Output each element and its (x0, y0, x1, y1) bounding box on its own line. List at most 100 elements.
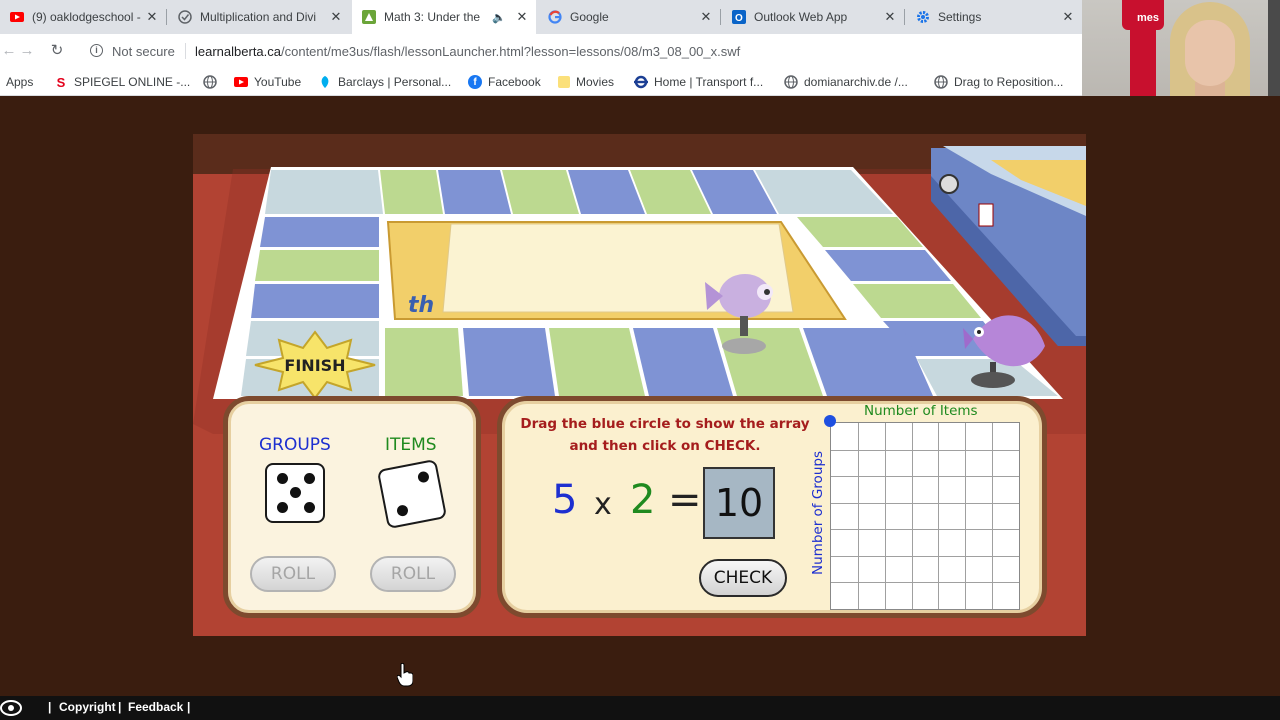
hand-cursor-icon (397, 663, 413, 687)
learnalberta-logo-icon (0, 700, 22, 716)
security-status[interactable]: Not secure (112, 44, 175, 59)
google-icon (548, 10, 562, 24)
tab-oaklodgeschool[interactable]: (9) oaklodgeschool - Ya ✕ (0, 0, 166, 34)
bookmarks-bar: Apps S SPIEGEL ONLINE -... YouTube Barcl… (0, 68, 1082, 96)
tab-separator (166, 9, 167, 25)
globe-icon (784, 75, 798, 89)
back-arrow-icon[interactable]: ← (0, 42, 18, 60)
alberta-leaf-icon (362, 10, 376, 24)
close-icon[interactable]: ✕ (514, 9, 530, 25)
grid-line (992, 423, 994, 609)
x-axis-label: Number of Items (864, 403, 978, 419)
youtube-icon (234, 75, 248, 89)
reload-icon[interactable]: ↻ (48, 42, 66, 60)
youtube-icon (10, 10, 24, 24)
array-grid[interactable] (830, 422, 1020, 610)
grid-line (911, 423, 913, 609)
check-circle-icon (178, 10, 192, 24)
groups-die (265, 463, 325, 523)
speaker-icon[interactable]: 🔈 (492, 11, 506, 24)
die-pip (304, 473, 315, 484)
address-bar-url[interactable]: learnalberta.ca/content/me3us/flash/less… (195, 44, 740, 59)
bookmark-domianarchiv[interactable]: domianarchiv.de /... (784, 75, 908, 89)
page-content: th FINISH GROUPS ITEMS ROLL ROLL Drag th… (0, 96, 1280, 696)
jersey-text: mes (1137, 12, 1160, 24)
roll-items-button[interactable]: ROLL (370, 556, 456, 592)
bookmark-drag-reposition[interactable]: Drag to Reposition... (934, 75, 1063, 89)
tab-google[interactable]: Google ✕ (538, 0, 720, 34)
items-die (376, 458, 448, 530)
bookmark-youtube[interactable]: YouTube (234, 75, 301, 89)
page-footer: | Copyright | Feedback | (0, 696, 1280, 720)
bookmark-spiegel[interactable]: S SPIEGEL ONLINE -... (54, 75, 191, 90)
tab-title: Outlook Web App (754, 10, 848, 24)
bookmark-label: Drag to Reposition... (954, 75, 1064, 89)
board-text: th (408, 293, 434, 318)
footer-divider: | (48, 700, 52, 714)
bookmark-barclays[interactable]: Barclays | Personal... (318, 75, 451, 89)
footer-divider: | (118, 700, 122, 714)
grid-line (938, 423, 940, 609)
globe-icon (203, 75, 217, 89)
grid-line (831, 449, 1019, 451)
tab-math3-active[interactable]: Math 3: Under the 🔈 ✕ (352, 0, 536, 34)
copyright-link[interactable]: Copyright (59, 700, 116, 714)
facebook-icon: f (468, 75, 482, 89)
factor-items: 2 (630, 477, 656, 523)
close-icon[interactable]: ✕ (1060, 9, 1076, 25)
bookmark-apps[interactable]: Apps (0, 75, 33, 89)
tfl-icon (634, 75, 648, 89)
tab-multiplication[interactable]: Multiplication and Divi ✕ (168, 0, 350, 34)
y-axis-label: Number of Groups (810, 451, 826, 575)
tab-title: (9) oaklodgeschool - Ya (32, 10, 144, 24)
tab-separator (720, 9, 721, 25)
close-icon[interactable]: ✕ (698, 9, 714, 25)
tab-title: Multiplication and Divi (200, 10, 317, 24)
bookmark-tfl[interactable]: Home | Transport f... (634, 75, 763, 89)
groups-label: GROUPS (259, 435, 331, 455)
array-panel: Drag the blue circle to show the array a… (497, 396, 1047, 618)
close-icon[interactable]: ✕ (882, 9, 898, 25)
tab-separator (904, 9, 905, 25)
answer-input[interactable]: 10 (703, 467, 775, 539)
bookmark-facebook[interactable]: f Facebook (468, 75, 541, 89)
tab-title: Math 3: Under the (384, 10, 481, 24)
die-pip (304, 502, 315, 513)
bookmark-label: domianarchiv.de /... (804, 75, 908, 89)
flash-game-area: th FINISH GROUPS ITEMS ROLL ROLL Drag th… (193, 134, 1086, 636)
grid-line (831, 502, 1019, 504)
roll-groups-button[interactable]: ROLL (250, 556, 336, 592)
outlook-icon: O (732, 10, 746, 24)
grid-line (831, 582, 1019, 584)
bookmark-globe[interactable] (203, 75, 223, 89)
tab-outlook[interactable]: O Outlook Web App ✕ (722, 0, 904, 34)
url-path: /content/me3us/flash/lessonLauncher.html… (281, 44, 741, 59)
bookmark-label: Movies (576, 75, 615, 89)
bookmark-label: SPIEGEL ONLINE -... (74, 75, 191, 89)
items-label: ITEMS (385, 435, 437, 455)
finish-star: FINISH (254, 330, 376, 400)
die-pip (277, 473, 288, 484)
close-icon[interactable]: ✕ (144, 9, 160, 25)
close-icon[interactable]: ✕ (328, 9, 344, 25)
tab-title: Google (570, 10, 609, 24)
info-icon[interactable]: i (90, 44, 103, 57)
tab-settings[interactable]: Settings ✕ (906, 0, 1082, 34)
die-pip (277, 502, 288, 513)
gear-icon (916, 10, 930, 24)
url-separator (185, 43, 186, 59)
footer-divider: | (187, 700, 191, 714)
grid-line (857, 423, 859, 609)
bookmark-label: Barclays | Personal... (338, 75, 452, 89)
forward-arrow-icon[interactable]: → (18, 42, 36, 60)
barclays-icon (318, 75, 332, 89)
presenter-face (1185, 20, 1235, 86)
feedback-link[interactable]: Feedback (128, 700, 183, 714)
times-sign: x (594, 487, 612, 522)
die-pip (396, 504, 409, 518)
blue-drag-circle[interactable] (824, 415, 836, 427)
bookmark-movies[interactable]: Movies (558, 75, 614, 89)
grid-line (884, 423, 886, 609)
dice-panel: GROUPS ITEMS ROLL ROLL (223, 396, 481, 618)
check-button[interactable]: CHECK (699, 559, 787, 597)
